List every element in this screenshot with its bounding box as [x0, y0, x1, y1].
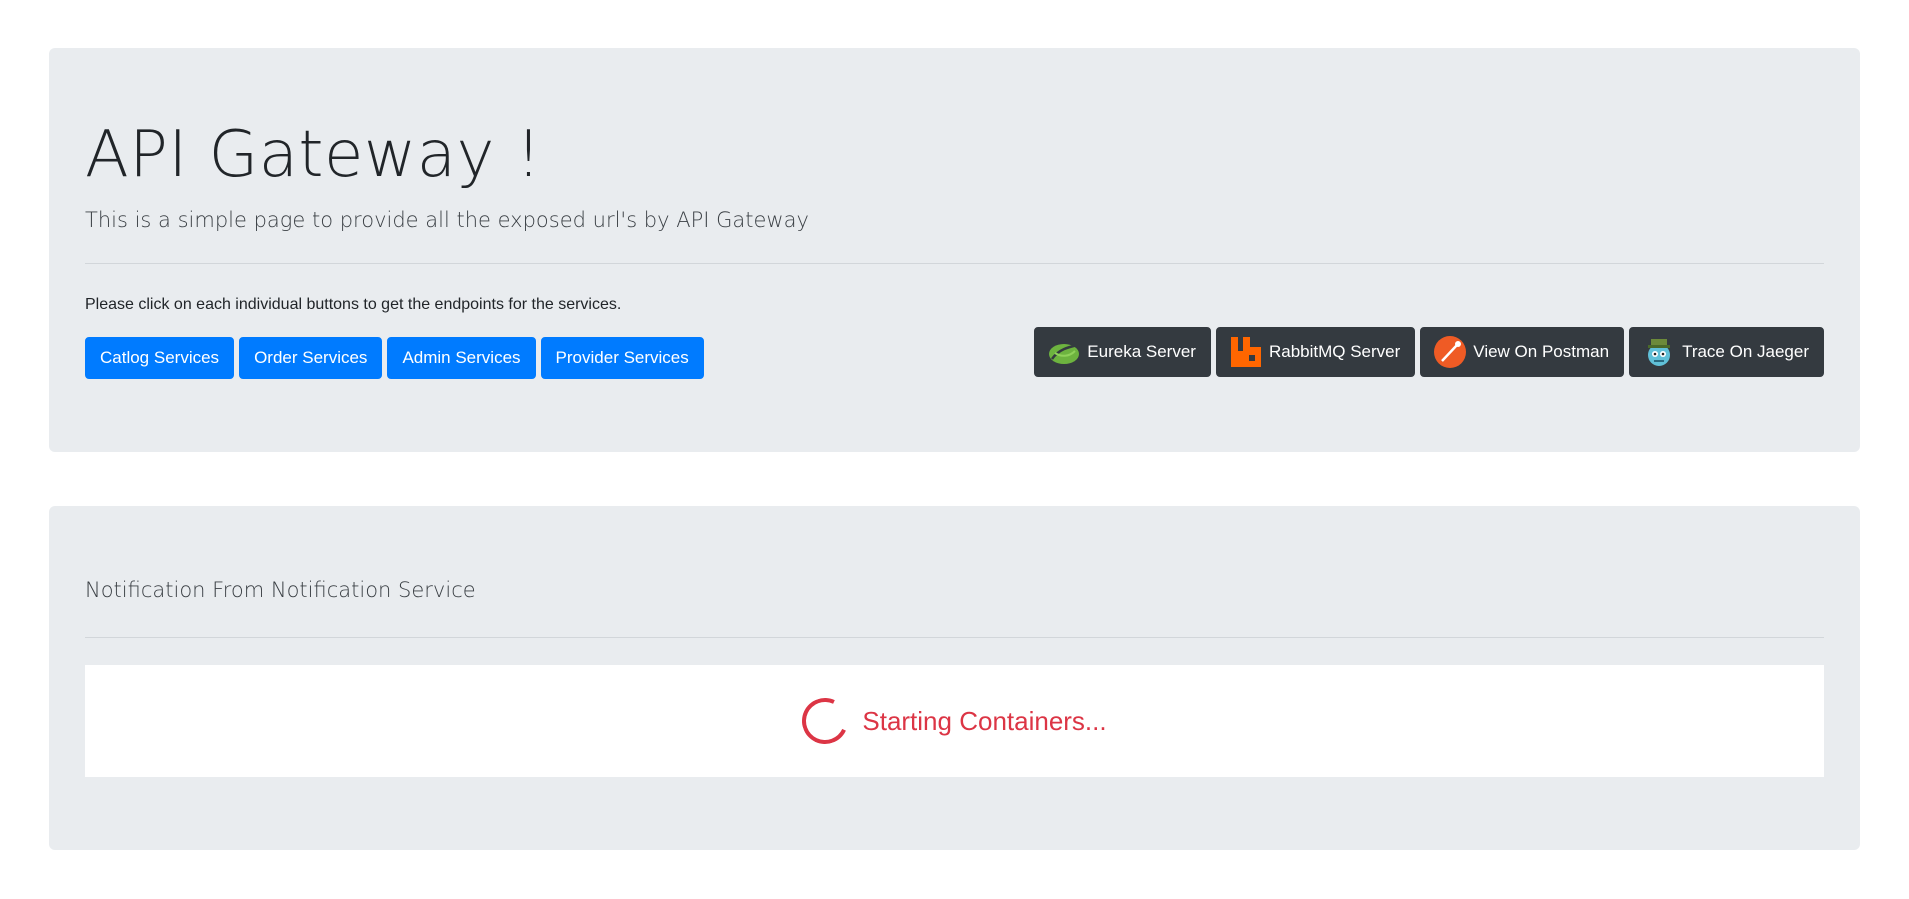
eureka-server-label: Eureka Server	[1087, 342, 1196, 361]
view-on-postman-button[interactable]: View On Postman	[1420, 327, 1625, 377]
provider-services-button[interactable]: Provider Services	[540, 337, 704, 379]
tool-buttons: Eureka Server RabbitMQ Server View On Po…	[1034, 327, 1824, 377]
divider	[85, 263, 1824, 264]
admin-services-button[interactable]: Admin Services	[387, 337, 536, 379]
order-services-button[interactable]: Order Services	[239, 337, 383, 379]
rabbitmq-server-button[interactable]: RabbitMQ Server	[1215, 327, 1416, 377]
view-on-postman-label: View On Postman	[1473, 342, 1610, 361]
notification-status: Starting Containers...	[862, 705, 1107, 736]
divider	[85, 637, 1824, 638]
notification-panel: Notification From Notification Service S…	[49, 506, 1860, 850]
catlog-services-button[interactable]: Catlog Services	[85, 337, 235, 379]
notification-box: Starting Containers...	[85, 665, 1824, 777]
postman-icon	[1434, 336, 1467, 368]
trace-on-jaeger-label: Trace On Jaeger	[1682, 342, 1809, 361]
jaeger-icon	[1648, 339, 1671, 366]
help-text: Please click on each individual buttons …	[85, 296, 622, 313]
trace-on-jaeger-button[interactable]: Trace On Jaeger	[1629, 327, 1824, 377]
notification-title: Notification From Notification Service	[85, 578, 476, 602]
service-buttons: Catlog Services Order Services Admin Ser…	[85, 337, 704, 379]
gateway-jumbotron: API Gateway ! This is a simple page to p…	[49, 48, 1860, 452]
rabbitmq-server-label: RabbitMQ Server	[1268, 342, 1401, 361]
eureka-server-button[interactable]: Eureka Server	[1034, 327, 1211, 377]
page-title: API Gateway !	[85, 118, 542, 192]
page-lead: This is a simple page to provide all the…	[85, 208, 809, 232]
loading-spinner-icon	[795, 691, 855, 751]
rabbitmq-icon	[1230, 337, 1261, 367]
spring-leaf-icon	[1049, 343, 1080, 364]
